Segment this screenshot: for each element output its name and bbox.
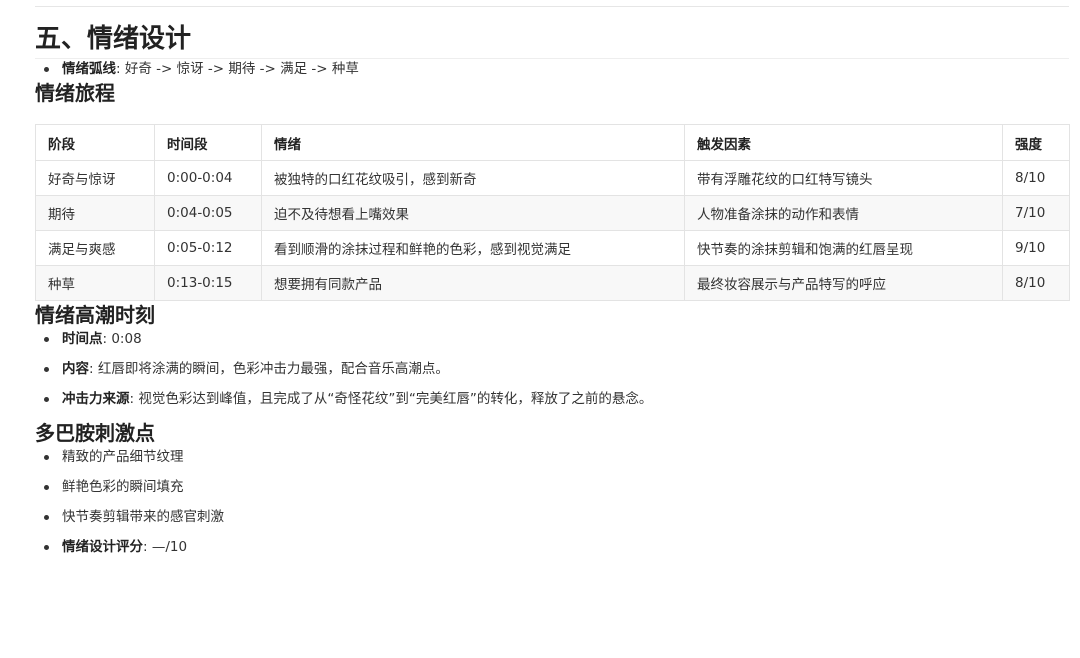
- list-item: 内容: 红唇即将涂满的瞬间，色彩冲击力最强，配合音乐高潮点。: [35, 359, 1069, 379]
- header-time: 时间段: [154, 124, 262, 161]
- section-title: 五、情绪设计: [35, 22, 1069, 59]
- table-row: 满足与爽感 0:05-0:12 看到顺滑的涂抹过程和鲜艳的色彩，感到视觉满足 快…: [35, 230, 1070, 266]
- header-stage: 阶段: [35, 124, 155, 161]
- emotion-arc-list: 情绪弧线: 好奇 -> 惊讶 -> 期待 -> 满足 -> 种草: [35, 59, 1069, 79]
- table-row: 期待 0:04-0:05 迫不及待想看上嘴效果 人物准备涂抹的动作和表情 7/1…: [35, 195, 1070, 231]
- peak-item-label: 时间点: [62, 331, 103, 347]
- top-divider: [35, 6, 1069, 7]
- cell-emotion: 被独特的口红花纹吸引，感到新奇: [261, 160, 685, 196]
- header-trigger: 触发因素: [684, 124, 1003, 161]
- cell-time: 0:13-0:15: [154, 265, 262, 301]
- peak-item-label: 内容: [62, 361, 89, 377]
- cell-stage: 满足与爽感: [35, 230, 155, 266]
- list-item: 冲击力来源: 视觉色彩达到峰值，且完成了从“奇怪花纹”到“完美红唇”的转化，释放…: [35, 389, 1069, 409]
- table-row: 种草 0:13-0:15 想要拥有同款产品 最终妆容展示与产品特写的呼应 8/1…: [35, 265, 1070, 301]
- cell-emotion: 看到顺滑的涂抹过程和鲜艳的色彩，感到视觉满足: [261, 230, 685, 266]
- cell-emotion: 迫不及待想看上嘴效果: [261, 195, 685, 231]
- peak-item-text: : 视觉色彩达到峰值，且完成了从“奇怪花纹”到“完美红唇”的转化，释放了之前的悬…: [129, 391, 653, 407]
- emotion-arc-item: 情绪弧线: 好奇 -> 惊讶 -> 期待 -> 满足 -> 种草: [35, 59, 1069, 79]
- cell-time: 0:04-0:05: [154, 195, 262, 231]
- cell-intensity: 8/10: [1002, 265, 1070, 301]
- list-item: 鲜艳色彩的瞬间填充: [35, 477, 1069, 497]
- cell-time: 0:05-0:12: [154, 230, 262, 266]
- emotion-arc-text: : 好奇 -> 惊讶 -> 期待 -> 满足 -> 种草: [116, 61, 359, 77]
- list-item: 精致的产品细节纹理: [35, 447, 1069, 467]
- journey-title: 情绪旅程: [35, 81, 115, 105]
- score-label: 情绪设计评分: [62, 539, 143, 555]
- cell-stage: 好奇与惊讶: [35, 160, 155, 196]
- list-item: 快节奏剪辑带来的感官刺激: [35, 507, 1069, 527]
- dopamine-list: 精致的产品细节纹理 鲜艳色彩的瞬间填充 快节奏剪辑带来的感官刺激 情绪设计评分:…: [35, 447, 1069, 557]
- list-item: 时间点: 0:08: [35, 329, 1069, 349]
- table-row: 好奇与惊讶 0:00-0:04 被独特的口红花纹吸引，感到新奇 带有浮雕花纹的口…: [35, 160, 1070, 196]
- cell-trigger: 最终妆容展示与产品特写的呼应: [684, 265, 1003, 301]
- peak-list: 时间点: 0:08 内容: 红唇即将涂满的瞬间，色彩冲击力最强，配合音乐高潮点。…: [35, 329, 1069, 409]
- header-emotion: 情绪: [261, 124, 685, 161]
- peak-item-label: 冲击力来源: [62, 391, 130, 407]
- dopamine-title: 多巴胺刺激点: [35, 421, 155, 445]
- cell-intensity: 7/10: [1002, 195, 1070, 231]
- emotion-journey-table: 阶段 时间段 情绪 触发因素 强度 好奇与惊讶 0:00-0:04 被独特的口红…: [35, 124, 1070, 301]
- cell-emotion: 想要拥有同款产品: [261, 265, 685, 301]
- header-intensity: 强度: [1002, 124, 1070, 161]
- document-body: 五、情绪设计 情绪弧线: 好奇 -> 惊讶 -> 期待 -> 满足 -> 种草 …: [35, 22, 1070, 567]
- table-header-row: 阶段 时间段 情绪 触发因素 强度: [35, 124, 1070, 161]
- cell-trigger: 人物准备涂抹的动作和表情: [684, 195, 1003, 231]
- cell-intensity: 9/10: [1002, 230, 1070, 266]
- cell-trigger: 快节奏的涂抹剪辑和饱满的红唇呈现: [684, 230, 1003, 266]
- cell-stage: 种草: [35, 265, 155, 301]
- score-text: : —/10: [143, 539, 188, 555]
- list-item: 情绪设计评分: —/10: [35, 537, 1069, 557]
- cell-stage: 期待: [35, 195, 155, 231]
- emotion-arc-label: 情绪弧线: [62, 61, 116, 77]
- cell-intensity: 8/10: [1002, 160, 1070, 196]
- cell-time: 0:00-0:04: [154, 160, 262, 196]
- peak-title: 情绪高潮时刻: [35, 303, 155, 327]
- peak-item-text: : 红唇即将涂满的瞬间，色彩冲击力最强，配合音乐高潮点。: [89, 361, 449, 377]
- peak-item-text: : 0:08: [102, 331, 142, 347]
- cell-trigger: 带有浮雕花纹的口红特写镜头: [684, 160, 1003, 196]
